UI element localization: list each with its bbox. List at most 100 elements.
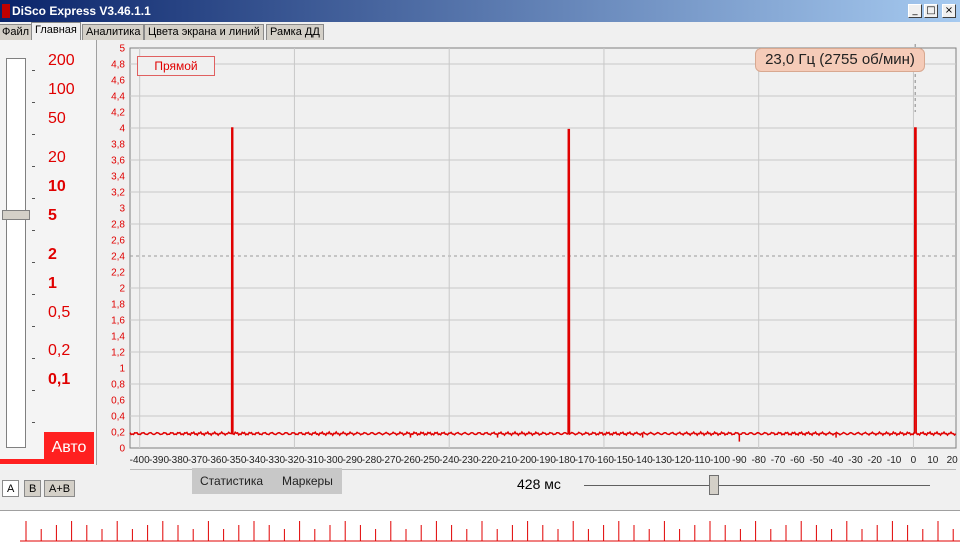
x-tick-label: -260 [400, 455, 420, 466]
auto-button[interactable]: Авто [44, 432, 94, 464]
x-tick-label: -390 [149, 455, 169, 466]
tab-main[interactable]: Главная [31, 22, 81, 40]
maximize-button[interactable]: □ [924, 4, 938, 18]
y-tick-label: 2,6 [111, 236, 125, 247]
x-tick-label: -290 [342, 455, 362, 466]
x-tick-label: -150 [613, 455, 633, 466]
x-tick-label: -190 [536, 455, 556, 466]
scale-tick [32, 326, 35, 327]
x-tick-label: -30 [848, 455, 863, 466]
y-tick-label: 2,4 [111, 252, 125, 263]
scale-tick [32, 166, 35, 167]
scale-tick [32, 230, 35, 231]
scale-panel: 200 100 50 20 10 5 2 1 0,5 0,2 0,1 Авто [0, 40, 97, 465]
scale-tick [32, 390, 35, 391]
x-tick-label: -140 [633, 455, 653, 466]
mode-label[interactable]: Прямой [137, 56, 215, 76]
app-icon [2, 4, 10, 18]
y-tick-label: 3 [119, 204, 125, 215]
x-tick-label: -380 [168, 455, 188, 466]
tab-channel-a[interactable]: A [2, 480, 20, 497]
y-tick-label: 4,4 [111, 92, 125, 103]
scale-label[interactable]: 20 [48, 149, 66, 167]
tab-colors[interactable]: Цвета экрана и линий [144, 24, 264, 40]
y-tick-label: 4 [119, 124, 125, 135]
x-tick-label: -20 [868, 455, 883, 466]
tab-file[interactable]: Файл [0, 24, 34, 40]
x-tick-label: 20 [947, 455, 959, 466]
scale-tick [32, 358, 35, 359]
x-tick-label: -100 [710, 455, 730, 466]
x-tick-label: -250 [420, 455, 440, 466]
x-tick-label: -340 [246, 455, 266, 466]
x-tick-label: 10 [927, 455, 939, 466]
y-tick-label: 0,4 [111, 412, 125, 423]
oscillogram-chart[interactable]: 0 0,2 0,4 0,6 0,8 1 1,2 1,4 1,6 1,8 2 2,2 2,4 2,6 2,8 3… [98, 40, 960, 470]
x-tick-label: -240 [439, 455, 459, 466]
frequency-readout: 23,0 Гц (2755 об/мин) [755, 48, 925, 72]
scale-label[interactable]: 10 [48, 178, 66, 196]
scale-tick [32, 294, 35, 295]
y-tick-label: 0,2 [111, 428, 125, 439]
scale-label[interactable]: 50 [48, 110, 66, 128]
x-tick-label: -110 [691, 455, 711, 466]
tab-frame[interactable]: Рамка ДД [266, 24, 324, 40]
plot-area [129, 47, 957, 449]
x-tick-label: -330 [265, 455, 285, 466]
x-tick-label: -70 [771, 455, 786, 466]
y-tick-label: 2,8 [111, 220, 125, 231]
x-tick-label: -350 [226, 455, 246, 466]
scale-tick [32, 422, 35, 423]
x-tick-label: -310 [304, 455, 324, 466]
close-button[interactable]: × [942, 4, 956, 18]
scale-label[interactable]: 100 [48, 81, 75, 99]
y-tick-label: 1,4 [111, 332, 125, 343]
scale-label[interactable]: 0,2 [48, 342, 70, 360]
x-tick-label: -370 [188, 455, 208, 466]
x-tick-label: -10 [887, 455, 902, 466]
overview-strip[interactable] [0, 510, 960, 544]
scale-label[interactable]: 2 [48, 246, 57, 264]
channel-tabs: A B A+B [0, 480, 100, 498]
scale-label[interactable]: 200 [48, 52, 75, 70]
y-tick-label: 1,2 [111, 348, 125, 359]
x-tick-label: -160 [594, 455, 614, 466]
x-tick-label: -270 [381, 455, 401, 466]
time-slider-track[interactable] [584, 485, 930, 486]
scale-tick [32, 198, 35, 199]
scale-tick [32, 134, 35, 135]
x-tick-label: -210 [497, 455, 517, 466]
tab-channel-ab[interactable]: A+B [44, 480, 76, 497]
scale-slider-thumb[interactable] [2, 210, 30, 220]
x-tick-label: -400 [130, 455, 150, 466]
scale-indicator-bar [0, 459, 44, 464]
scale-label[interactable]: 0,5 [48, 304, 70, 322]
scale-label[interactable]: 1 [48, 275, 57, 293]
y-tick-label: 4,2 [111, 108, 125, 119]
x-tick-label: -130 [652, 455, 672, 466]
y-tick-label: 3,8 [111, 140, 125, 151]
statistics-button[interactable]: Статистика [200, 474, 263, 488]
markers-button[interactable]: Маркеры [282, 474, 333, 488]
window-title: DiSco Express V3.46.1.1 [12, 4, 151, 18]
y-tick-label: 1,8 [111, 300, 125, 311]
x-tick-label: -170 [575, 455, 595, 466]
button-strip: Статистика Маркеры [192, 468, 342, 494]
tab-analytics[interactable]: Аналитика [82, 24, 145, 40]
tab-channel-b[interactable]: B [24, 480, 42, 497]
scale-slider-track[interactable] [6, 58, 26, 448]
x-tick-label: -40 [829, 455, 844, 466]
y-tick-label: 3,4 [111, 172, 125, 183]
scale-label[interactable]: 5 [48, 207, 57, 225]
y-tick-label: 3,2 [111, 188, 125, 199]
y-tick-label: 0,8 [111, 380, 125, 391]
ribbon-tabs: Файл Главная Аналитика Цвета экрана и ли… [0, 22, 960, 40]
x-tick-label: -320 [284, 455, 304, 466]
scale-label[interactable]: 0,1 [48, 371, 70, 389]
time-slider-thumb[interactable] [709, 475, 719, 495]
x-tick-label: -220 [478, 455, 498, 466]
y-tick-label: 4,6 [111, 76, 125, 87]
x-tick-label: -360 [207, 455, 227, 466]
minimize-button[interactable]: _ [908, 4, 922, 18]
x-tick-label: -180 [555, 455, 575, 466]
